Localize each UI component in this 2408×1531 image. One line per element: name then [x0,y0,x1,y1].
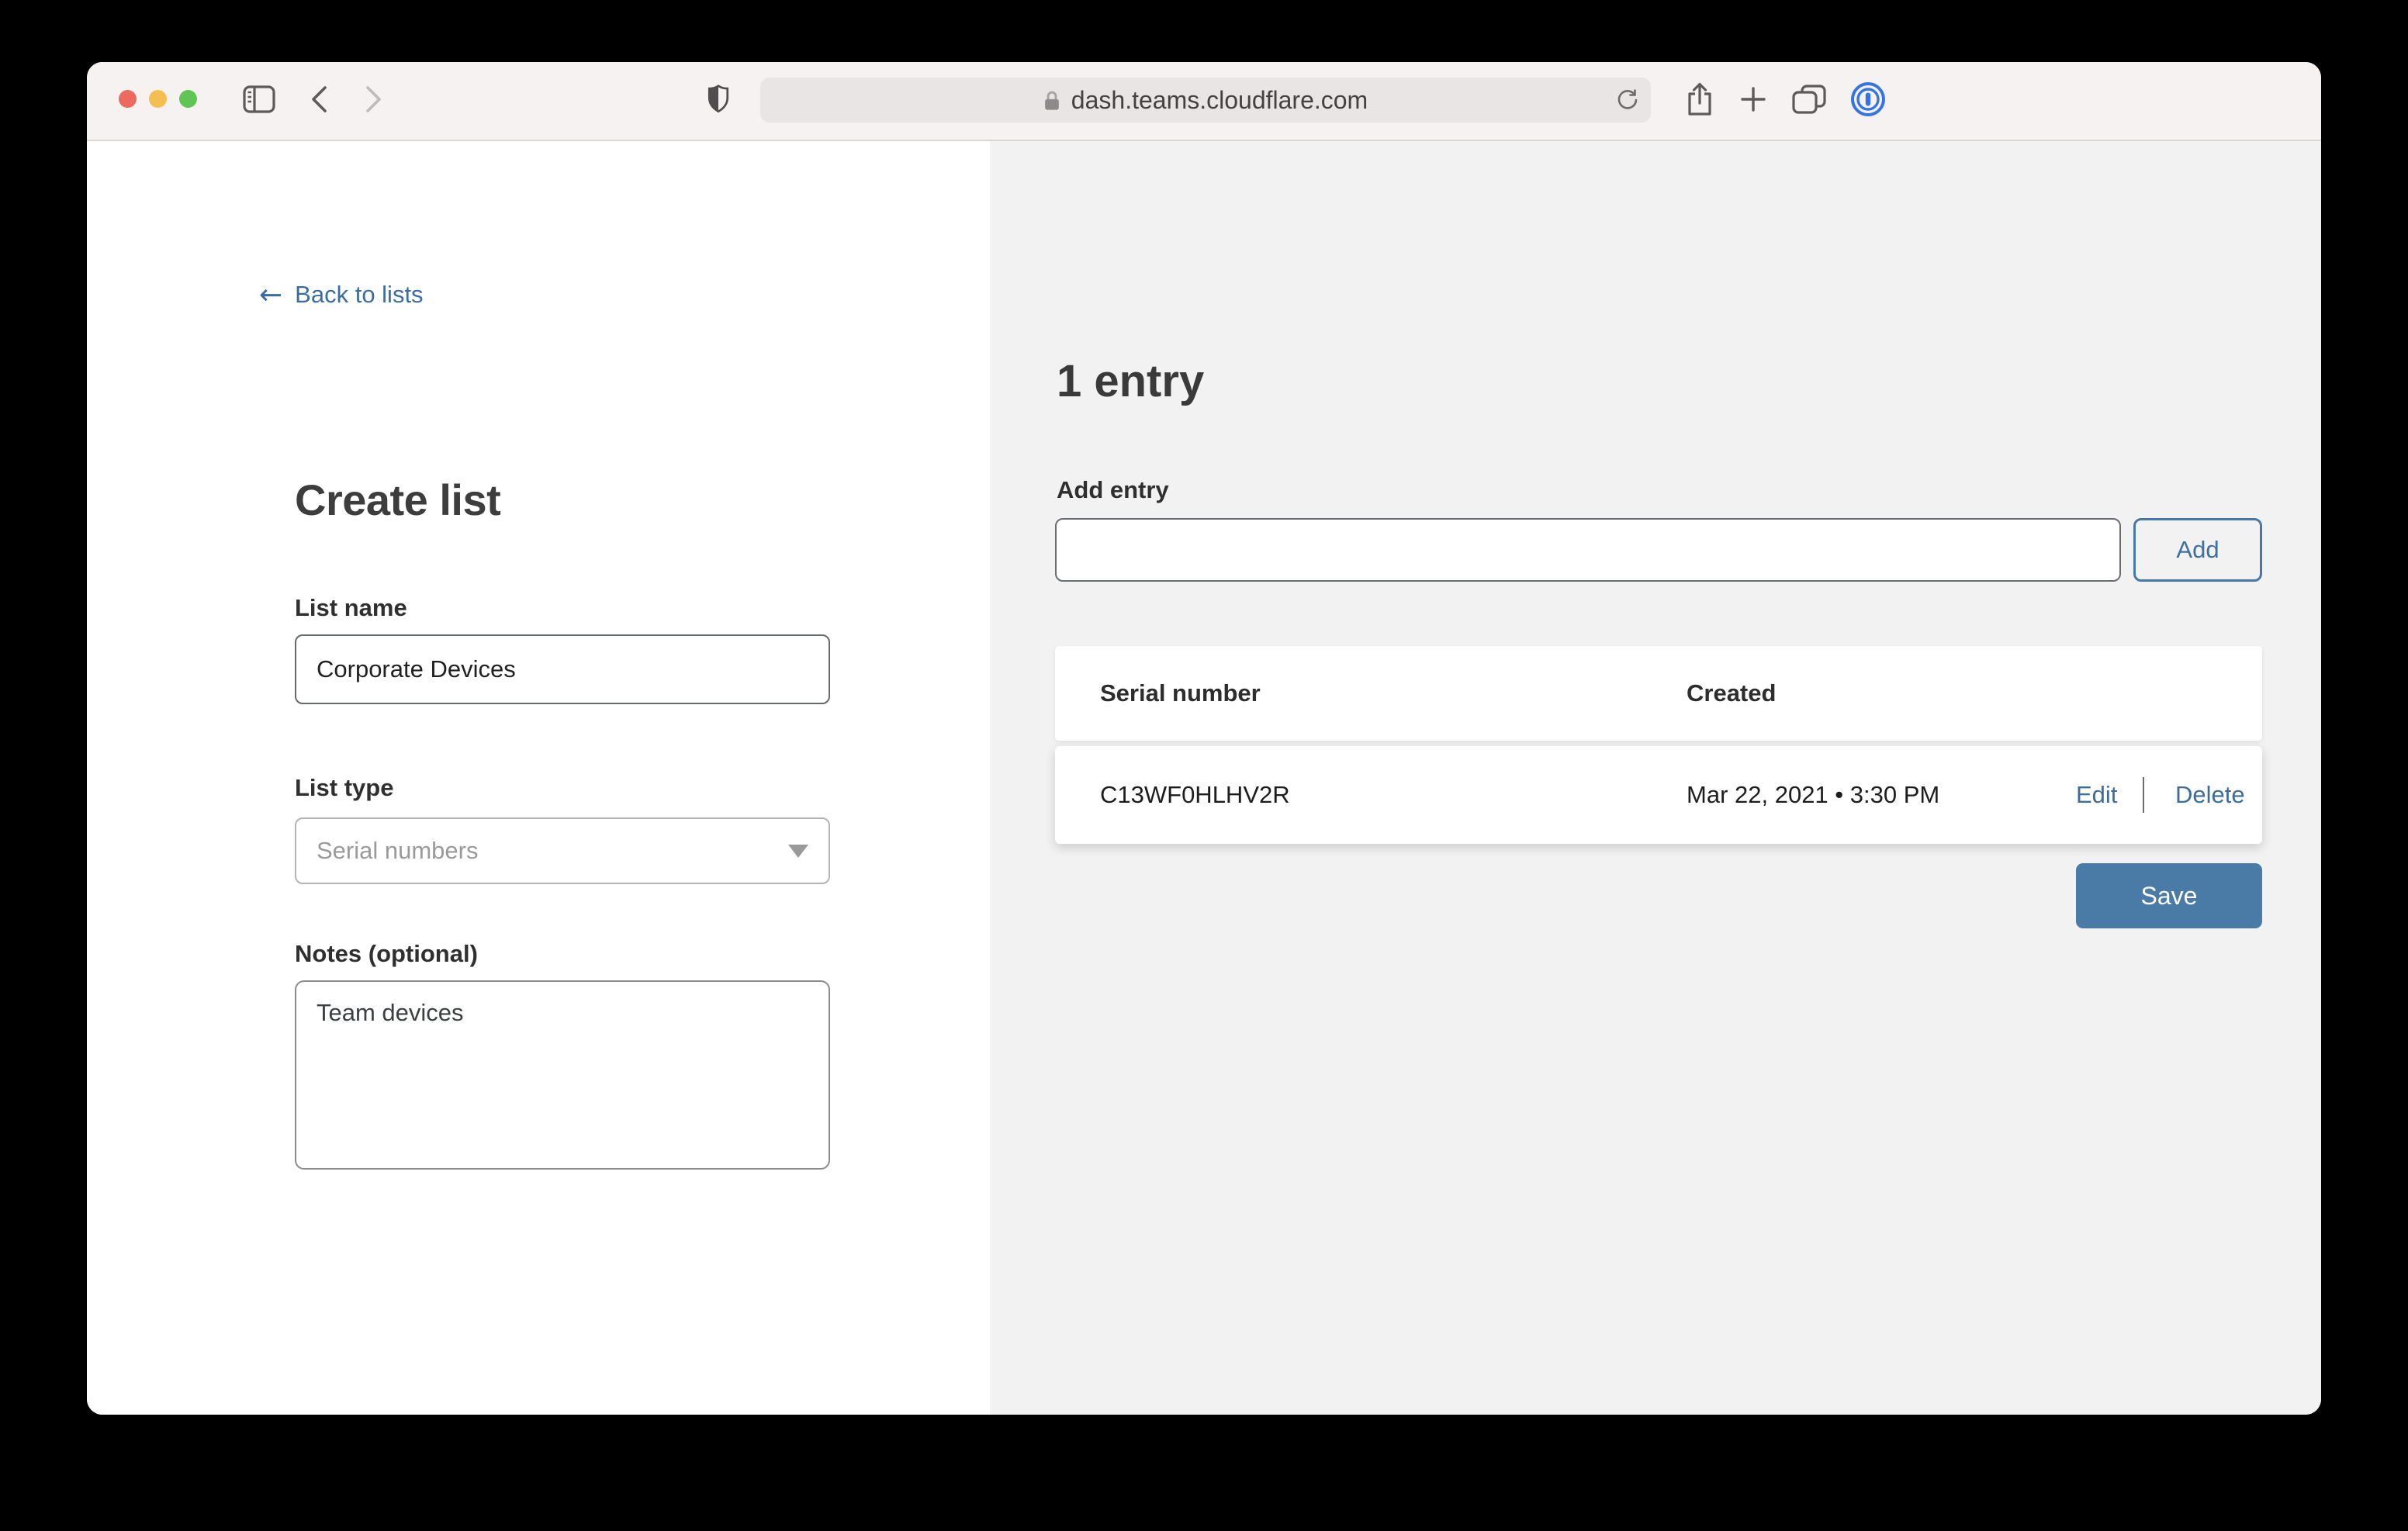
new-tab-icon [1740,86,1766,112]
new-tab-button[interactable] [1735,81,1772,118]
refresh-icon [1614,87,1641,113]
browser-window: dash.teams.cloudflare.com [87,62,2321,1415]
dropdown-caret-icon [788,845,808,858]
table-row: C13WF0HLHV2R Mar 22, 2021 • 3:30 PM Edit… [1055,746,2262,844]
add-button[interactable]: Add [2133,518,2262,582]
shield-icon [706,84,731,115]
close-window-button[interactable] [119,90,137,108]
url-bar[interactable]: dash.teams.cloudflare.com [760,78,1651,123]
list-type-label: List type [295,774,393,802]
sidebar-toggle-button[interactable] [240,81,278,118]
back-to-lists-link[interactable]: ← Back to lists [259,281,424,309]
back-icon [310,85,328,114]
entries-table-header: Serial number Created [1055,646,2262,741]
list-type-placeholder: Serial numbers [317,837,788,865]
onepassword-icon [1850,81,1886,117]
entries-heading: 1 entry [1057,355,1204,407]
add-entry-label: Add entry [1057,476,1169,504]
actions-divider [2143,777,2144,813]
list-name-label: List name [295,594,407,622]
back-button[interactable] [300,81,337,118]
page-title: Create list [295,475,500,525]
lock-icon [1043,89,1060,112]
share-button[interactable] [1681,81,1718,118]
url-text: dash.teams.cloudflare.com [1071,86,1368,115]
edit-link[interactable]: Edit [2076,746,2117,844]
column-header-created: Created [1687,646,1776,741]
add-entry-input[interactable] [1055,518,2121,582]
notes-textarea[interactable]: Team devices [295,980,830,1170]
forward-button[interactable] [355,81,393,118]
traffic-lights [119,90,197,108]
column-header-serial-number: Serial number [1100,646,1261,741]
back-arrow-icon: ← [259,283,282,307]
tab-overview-button[interactable] [1790,81,1828,118]
delete-link[interactable]: Delete [2175,746,2245,844]
list-type-select[interactable]: Serial numbers [295,817,830,884]
notes-label: Notes (optional) [295,940,478,968]
forward-icon [365,85,383,114]
sidebar-toggle-icon [243,85,275,113]
create-list-panel: ← Back to lists Create list List name Li… [87,141,990,1415]
browser-toolbar: dash.teams.cloudflare.com [87,62,2321,141]
tab-overview-icon [1791,84,1827,115]
minimize-window-button[interactable] [149,90,167,108]
row-serial-number: C13WF0HLHV2R [1100,746,1290,844]
save-button[interactable]: Save [2076,863,2262,928]
refresh-button[interactable] [1614,86,1642,114]
back-to-lists-label: Back to lists [295,281,423,309]
content-blocker-shield-button[interactable] [700,81,737,118]
entries-panel: 1 entry Add entry Add Serial number Crea… [990,141,2321,1415]
share-icon [1686,81,1714,117]
row-created: Mar 22, 2021 • 3:30 PM [1687,746,1939,844]
zoom-window-button[interactable] [179,90,197,108]
onepassword-extension-button[interactable] [1849,81,1887,118]
list-name-input[interactable] [295,634,830,704]
